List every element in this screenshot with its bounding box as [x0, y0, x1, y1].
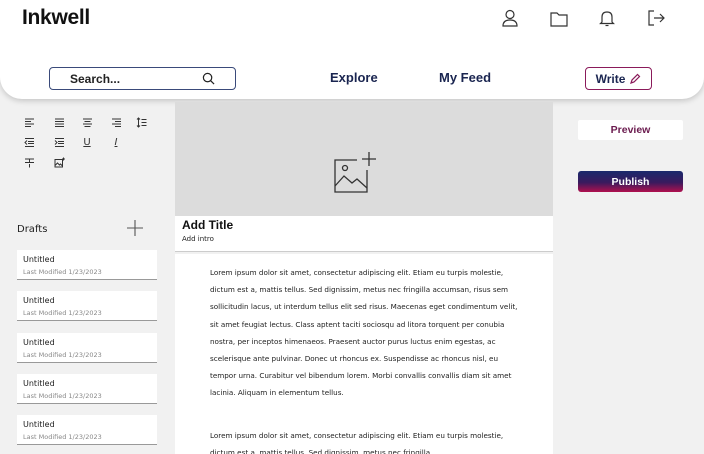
draft-modified: Last Modified 1/23/2023 [23, 268, 102, 276]
publish-button[interactable]: Publish [578, 171, 683, 192]
draft-modified: Last Modified 1/23/2023 [23, 392, 102, 400]
title-placeholder[interactable]: Add Title [182, 218, 233, 232]
folder-icon[interactable] [549, 9, 569, 29]
align-justify-icon[interactable] [52, 116, 66, 128]
draft-modified: Last Modified 1/23/2023 [23, 309, 102, 317]
user-icon[interactable] [500, 8, 520, 28]
outdent-icon[interactable] [22, 136, 36, 148]
align-right-icon[interactable] [109, 116, 123, 128]
draft-item[interactable]: Untitled Last Modified 1/23/2023 [17, 374, 157, 404]
draft-modified: Last Modified 1/23/2023 [23, 351, 102, 359]
search-input[interactable] [70, 71, 200, 87]
drafts-heading: Drafts [17, 224, 48, 235]
add-image-icon [334, 152, 376, 193]
strikethrough-icon[interactable] [22, 156, 36, 168]
body-paragraph[interactable]: Lorem ipsum dolor sit amet, consectetur … [210, 427, 526, 454]
align-left-icon[interactable] [22, 116, 36, 128]
logout-icon[interactable] [646, 8, 666, 28]
bell-icon[interactable] [597, 8, 617, 28]
intro-placeholder[interactable]: Add intro [182, 235, 214, 243]
draft-item[interactable]: Untitled Last Modified 1/23/2023 [17, 333, 157, 363]
draft-item[interactable]: Untitled Last Modified 1/23/2023 [17, 250, 157, 280]
draft-title: Untitled [23, 338, 55, 347]
write-button[interactable]: Write [585, 67, 652, 90]
draft-modified: Last Modified 1/23/2023 [23, 433, 102, 441]
add-draft-icon[interactable] [126, 219, 144, 237]
draft-title: Untitled [23, 255, 55, 264]
app-logo[interactable]: Inkwell [22, 6, 90, 30]
align-center-icon[interactable] [80, 116, 94, 128]
pencil-icon [630, 73, 641, 84]
preview-button[interactable]: Preview [578, 120, 683, 140]
top-header: Inkwell Explore My Feed Write [0, 0, 704, 99]
underline-icon[interactable]: U [80, 136, 94, 148]
draft-item[interactable]: Untitled Last Modified 1/23/2023 [17, 291, 157, 321]
draft-item[interactable]: Untitled Last Modified 1/23/2023 [17, 415, 157, 445]
draft-title: Untitled [23, 379, 55, 388]
search-icon[interactable] [202, 72, 215, 85]
italic-icon[interactable]: I [109, 136, 123, 148]
title-field[interactable]: Add Title Add intro [175, 216, 553, 252]
write-label: Write [595, 71, 626, 86]
indent-icon[interactable] [52, 136, 66, 148]
cover-image-placeholder[interactable] [175, 102, 553, 216]
draft-title: Untitled [23, 296, 55, 305]
insert-image-icon[interactable] [52, 156, 66, 168]
line-height-icon[interactable] [134, 116, 148, 128]
nav-explore[interactable]: Explore [330, 70, 378, 85]
body-paragraph[interactable]: Lorem ipsum dolor sit amet, consectetur … [210, 264, 526, 402]
nav-my-feed[interactable]: My Feed [439, 70, 491, 85]
search-box[interactable] [49, 67, 236, 90]
draft-title: Untitled [23, 420, 55, 429]
article-body[interactable]: Lorem ipsum dolor sit amet, consectetur … [175, 254, 553, 454]
